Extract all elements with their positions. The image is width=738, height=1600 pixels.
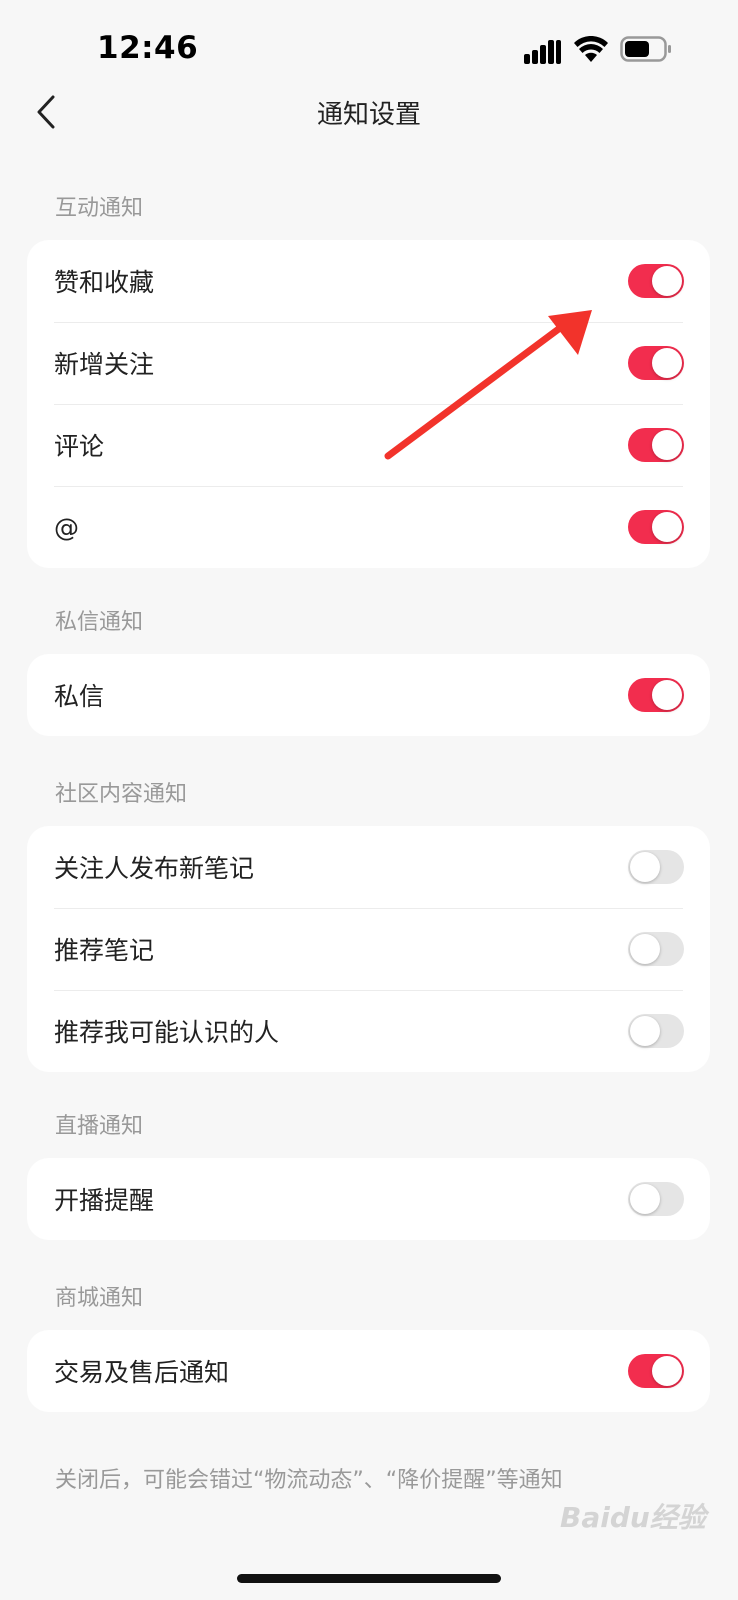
toggle-switch[interactable]	[628, 510, 684, 544]
footer-note: 关闭后，可能会错过“物流动态”、“降价提醒”等通知	[55, 1468, 563, 1493]
setting-label: 评论	[54, 432, 105, 461]
setting-label: 推荐笔记	[54, 936, 155, 965]
setting-label: 私信	[54, 682, 105, 711]
setting-row: 推荐我可能认识的人	[27, 990, 710, 1072]
card-message: 私信	[27, 654, 710, 736]
setting-label: 交易及售后通知	[54, 1358, 230, 1387]
toggle-switch[interactable]	[628, 678, 684, 712]
section-header-community: 社区内容通知	[55, 782, 188, 807]
toggle-switch[interactable]	[628, 1182, 684, 1216]
setting-row: 交易及售后通知	[27, 1330, 710, 1412]
card-interaction: 赞和收藏 新增关注 评论 @	[27, 240, 710, 568]
toggle-switch[interactable]	[628, 1014, 684, 1048]
section-header-interaction: 互动通知	[55, 196, 144, 221]
card-community: 关注人发布新笔记 推荐笔记 推荐我可能认识的人	[27, 826, 710, 1072]
setting-row: 赞和收藏	[27, 240, 710, 322]
toggle-switch[interactable]	[628, 1354, 684, 1388]
toggle-knob	[652, 348, 682, 378]
setting-label: 新增关注	[54, 350, 155, 379]
cellular-signal-icon	[524, 38, 562, 64]
setting-label: 开播提醒	[54, 1186, 155, 1215]
setting-label: 推荐我可能认识的人	[54, 1018, 280, 1047]
card-mall: 交易及售后通知	[27, 1330, 710, 1412]
setting-row: 推荐笔记	[27, 908, 710, 990]
section-header-mall: 商城通知	[55, 1286, 144, 1311]
status-time: 12:46	[97, 30, 199, 66]
toggle-knob	[652, 680, 682, 710]
toggle-switch[interactable]	[628, 850, 684, 884]
setting-row: @	[27, 486, 710, 568]
card-live: 开播提醒	[27, 1158, 710, 1240]
home-indicator[interactable]	[237, 1574, 501, 1583]
battery-icon	[620, 36, 671, 62]
nav-bar: 通知设置	[0, 80, 738, 144]
setting-row: 评论	[27, 404, 710, 486]
watermark-logo: Baidu经验	[560, 1501, 706, 1534]
section-header-message: 私信通知	[55, 610, 144, 635]
toggle-knob	[652, 512, 682, 542]
setting-label: @	[54, 512, 79, 542]
page-title: 通知设置	[316, 100, 421, 130]
setting-row: 新增关注	[27, 322, 710, 404]
notification-settings-screen: 12:46 通知设置 互动通知 赞和收藏 新增关注 评论 @ 私信通知 私信 社…	[0, 0, 738, 1600]
toggle-knob	[630, 852, 660, 882]
setting-label: 赞和收藏	[54, 268, 155, 297]
toggle-switch[interactable]	[628, 428, 684, 462]
toggle-knob	[630, 1184, 660, 1214]
setting-label: 关注人发布新笔记	[54, 854, 255, 883]
toggle-knob	[652, 1356, 682, 1386]
toggle-switch[interactable]	[628, 264, 684, 298]
setting-row: 开播提醒	[27, 1158, 710, 1240]
setting-row: 关注人发布新笔记	[27, 826, 710, 908]
setting-row: 私信	[27, 654, 710, 736]
toggle-switch[interactable]	[628, 932, 684, 966]
toggle-knob	[652, 430, 682, 460]
section-header-live: 直播通知	[55, 1114, 144, 1139]
toggle-knob	[630, 1016, 660, 1046]
toggle-switch[interactable]	[628, 346, 684, 380]
toggle-knob	[652, 266, 682, 296]
toggle-knob	[630, 934, 660, 964]
wifi-icon	[574, 36, 608, 62]
